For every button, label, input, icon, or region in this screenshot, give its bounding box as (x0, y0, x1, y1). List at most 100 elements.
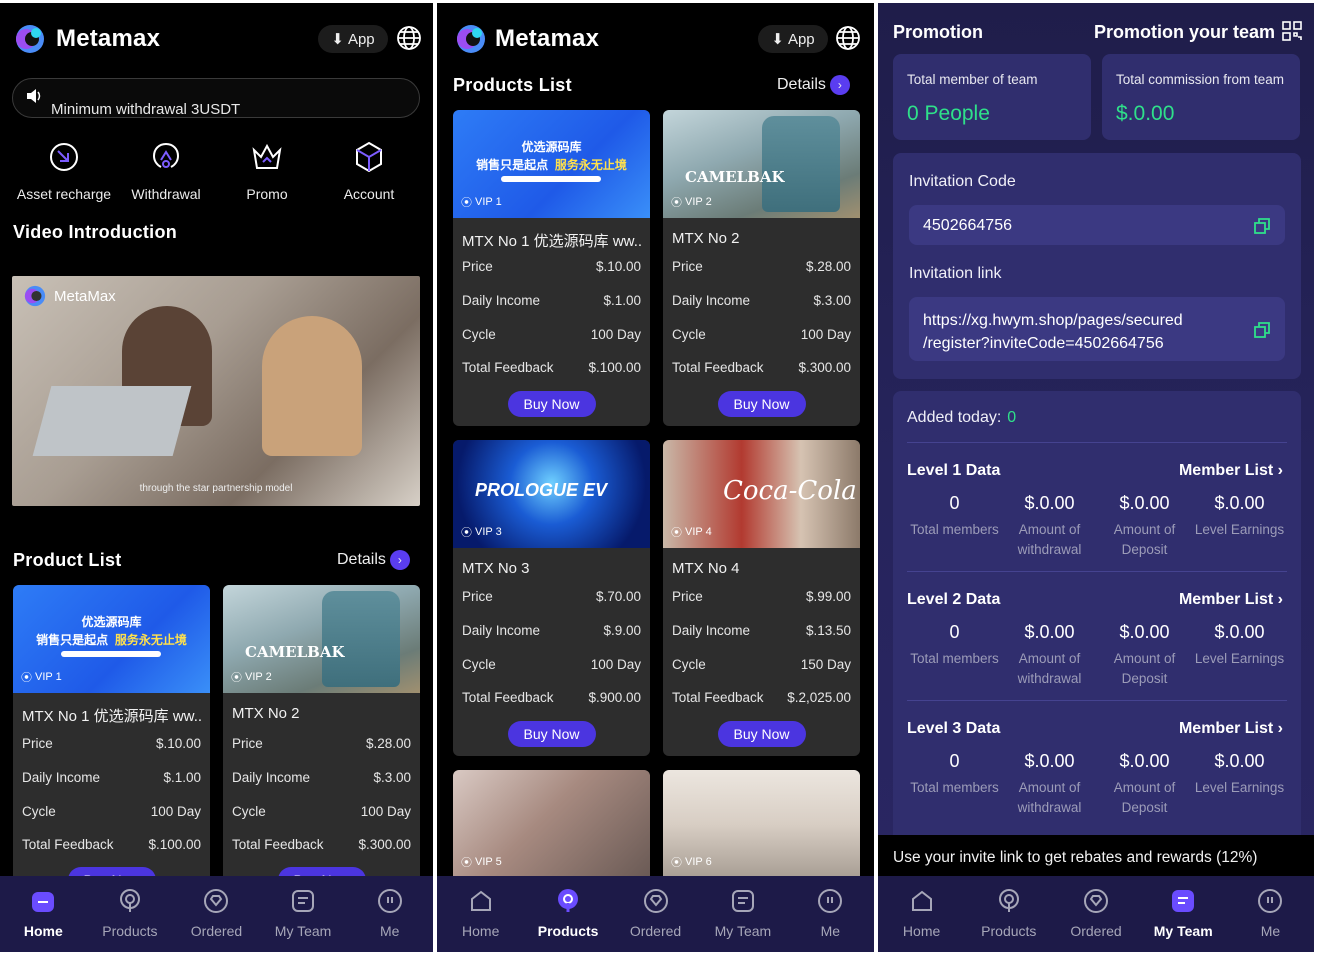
product-card-6[interactable]: ⦿ VIP 6 (663, 770, 860, 890)
chevron-right-icon: › (829, 75, 850, 95)
banner-bar (61, 651, 161, 657)
nav-ordered[interactable]: Ordered (173, 876, 260, 952)
nav-my-team[interactable]: My Team (1140, 876, 1227, 952)
nav-home[interactable]: Home (878, 876, 965, 952)
nav-me[interactable]: Me (787, 876, 874, 952)
level-1-members: 0 Total members (910, 493, 999, 537)
copy-icon[interactable] (1253, 217, 1271, 235)
download-icon: ⬇ (331, 31, 344, 48)
level-1-deposit: $.0.00 Amount of Deposit (1113, 493, 1176, 557)
product-name: MTX No 4 (672, 560, 740, 577)
products-list-title: Products List (453, 75, 572, 95)
level-1-title: Level 1 Data (907, 462, 1001, 479)
vip-badge: ⦿ VIP 2 (231, 671, 272, 684)
promotion-subtitle: Promotion your team (1094, 22, 1276, 42)
level-2-title: Level 2 Data (907, 591, 1001, 608)
total-feedback-row: Total Feedback $.100.00 (462, 360, 641, 375)
cycle-row: Cycle 100 Day (462, 327, 641, 342)
product-card-5[interactable]: ⦿ VIP 5 (453, 770, 650, 890)
nav-products[interactable]: Products (87, 876, 174, 952)
team-icon (1172, 890, 1195, 912)
buy-now-button[interactable]: Buy Now (717, 391, 806, 417)
asset-recharge-action[interactable]: Asset recharge (14, 140, 114, 202)
level-3-members: 0 Total members (910, 751, 999, 795)
nav-my-team[interactable]: My Team (699, 876, 786, 952)
nav-my-team[interactable]: My Team (260, 876, 347, 952)
buy-now-button[interactable]: Buy Now (507, 721, 596, 747)
product-details-link[interactable]: Details › (337, 550, 410, 570)
daily-income-row: Daily Income $.13.50 (672, 623, 851, 638)
products-icon (119, 889, 140, 912)
products-screen: Metamax ⬇ App Products List Details › 优选源码… (437, 3, 874, 952)
intro-video[interactable]: MetaMax through the star partnership mod… (12, 276, 420, 506)
nav-products[interactable]: Products (524, 876, 611, 952)
team-data-panel: Added today: 0 Level 1 Data Member List ›… (893, 391, 1301, 851)
language-globe-icon[interactable] (835, 25, 861, 51)
nav-ordered[interactable]: Ordered (1052, 876, 1139, 952)
invitation-link-field[interactable]: https://xg.hwym.shop/pages/secured /regi… (909, 297, 1285, 361)
level-2-members: 0 Total members (910, 622, 999, 666)
invitation-code-field[interactable]: 4502664756 (909, 205, 1285, 245)
product-card-2[interactable]: CAMELBAK ⦿ VIP 2 MTX No 2 Price $.28.00 Da… (223, 585, 420, 885)
play-icon: ⦿ (231, 672, 242, 684)
account-action[interactable]: Account (319, 140, 419, 202)
video-people-image-2 (262, 316, 362, 456)
level-3-member-list-link[interactable]: Member List › (1179, 720, 1283, 738)
product-card-4[interactable]: Coca-Cola ⦿ VIP 4 MTX No 4 Price $.99.00 D… (663, 440, 860, 756)
withdrawal-action[interactable]: Withdrawal (116, 140, 216, 202)
team-icon (731, 890, 754, 912)
nav-products[interactable]: Products (965, 876, 1052, 952)
app-download-button[interactable]: ⬇ App (318, 25, 388, 53)
qr-code-icon[interactable] (1282, 21, 1302, 41)
language-globe-icon[interactable] (396, 25, 422, 51)
brand-name: Metamax (495, 25, 600, 52)
header: Metamax ⬇ App (437, 3, 874, 73)
play-icon: ⦿ (21, 672, 32, 684)
play-icon: ⦿ (461, 527, 472, 539)
copy-icon[interactable] (1253, 321, 1271, 339)
total-feedback-row: Total Feedback $.900.00 (462, 690, 641, 705)
total-feedback-row: Total Feedback $.300.00 (232, 837, 411, 852)
level-2-member-list-link[interactable]: Member List › (1179, 591, 1283, 609)
level-1-earnings: $.0.00 Level Earnings (1194, 493, 1285, 537)
daily-income-row: Daily Income $.1.00 (462, 293, 641, 308)
home-screen: Metamax ⬇ App Minimum withdrawal 3USDT As… (0, 3, 433, 952)
team-icon (292, 890, 315, 912)
metamax-logo-icon (16, 25, 44, 53)
chevron-right-icon: › (1277, 591, 1283, 608)
me-icon (1258, 889, 1283, 913)
play-icon: ⦿ (671, 857, 682, 869)
vip-badge: ⦿ VIP 4 (671, 526, 712, 539)
home-icon (32, 892, 55, 912)
level-3-earnings: $.0.00 Level Earnings (1194, 751, 1285, 795)
video-intro-title: Video Introduction (13, 222, 178, 242)
level-3-title: Level 3 Data (907, 720, 1001, 737)
buy-now-button[interactable]: Buy Now (717, 721, 806, 747)
product-card-2[interactable]: CAMELBAK ⦿ VIP 2 MTX No 2 Price $.28.00 Da… (663, 110, 860, 426)
diamond-icon (1084, 889, 1108, 913)
vip-badge: ⦿ VIP 1 (21, 671, 62, 684)
products-details-link[interactable]: Details › (777, 75, 850, 95)
nav-home[interactable]: Home (437, 876, 524, 952)
banner-bar (501, 176, 601, 182)
buy-now-button[interactable]: Buy Now (507, 391, 596, 417)
app-download-button[interactable]: ⬇ App (758, 25, 828, 53)
price-row: Price $.10.00 (22, 736, 201, 751)
recharge-icon (50, 143, 78, 171)
level-1-member-list-link[interactable]: Member List › (1179, 462, 1283, 480)
invitation-card: Invitation Code 4502664756 Invitation li… (893, 153, 1301, 379)
cycle-row: Cycle 100 Day (22, 804, 201, 819)
notice-bar[interactable]: Minimum withdrawal 3USDT (12, 78, 420, 118)
cycle-row: Cycle 100 Day (672, 327, 851, 342)
promo-action[interactable]: Promo (217, 140, 317, 202)
brand-name: Metamax (56, 25, 161, 52)
nav-ordered[interactable]: Ordered (612, 876, 699, 952)
product-card-3[interactable]: PROLOGUE EV ⦿ VIP 3 MTX No 3 Price $.70.00… (453, 440, 650, 756)
product-card-1[interactable]: 优选源码库 销售只是起点 服务永无止境 ⦿ VIP 1 MTX No 1 优选源码… (453, 110, 650, 426)
daily-income-row: Daily Income $.3.00 (232, 770, 411, 785)
nav-home[interactable]: Home (0, 876, 87, 952)
product-card-1[interactable]: 优选源码库 销售只是起点 服务永无止境 ⦿ VIP 1 MTX No 1 优选源码… (13, 585, 210, 885)
nav-me[interactable]: Me (346, 876, 433, 952)
vip-badge: ⦿ VIP 6 (671, 856, 712, 869)
nav-me[interactable]: Me (1227, 876, 1314, 952)
